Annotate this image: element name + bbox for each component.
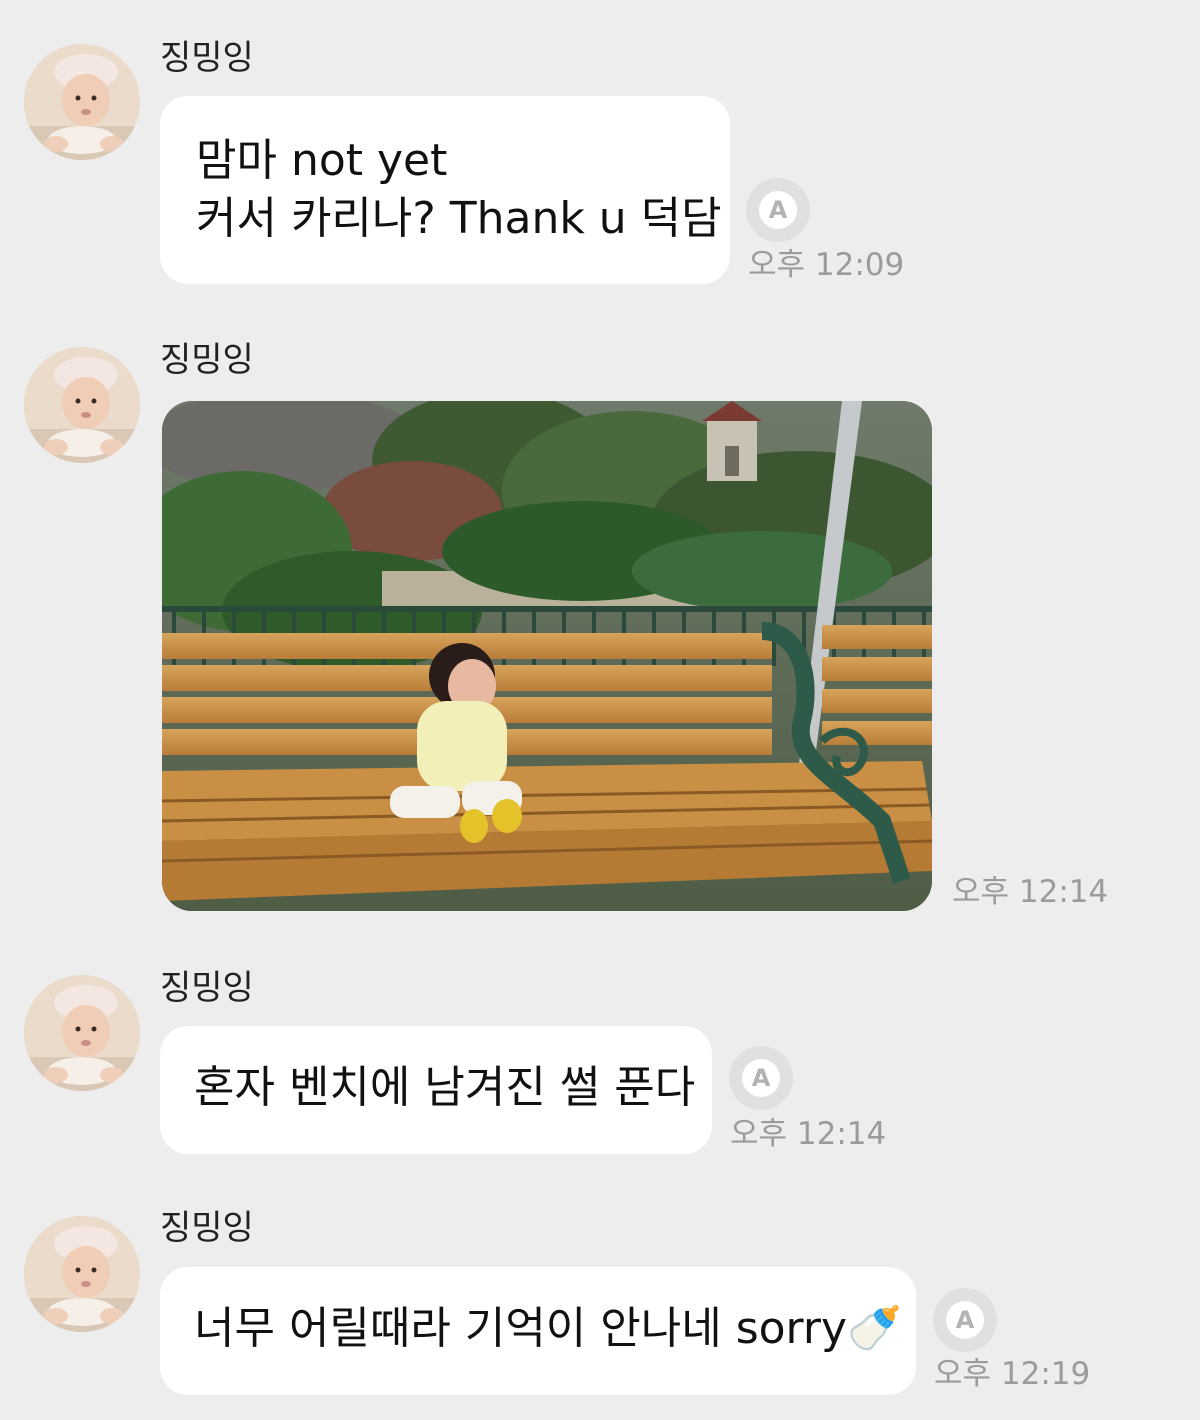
sender-name: 징밍잉 — [160, 1208, 254, 1248]
timestamp: 오후 12:19 — [934, 1356, 1091, 1392]
message-4: 징밍잉 너무 어릴때라 기억이 안나네 sorry🍼 A 오후 12:19 — [0, 0, 1200, 1420]
translate-icon: A — [946, 1301, 984, 1339]
message-bubble[interactable]: 너무 어릴때라 기억이 안나네 sorry🍼 — [160, 1267, 916, 1395]
translate-button[interactable]: A — [933, 1288, 997, 1352]
chat-window: 징밍잉 맘마 not yet 커서 카리나? Thank u 덕담 A 오후 1… — [0, 0, 1200, 1420]
avatar[interactable] — [24, 1216, 140, 1332]
